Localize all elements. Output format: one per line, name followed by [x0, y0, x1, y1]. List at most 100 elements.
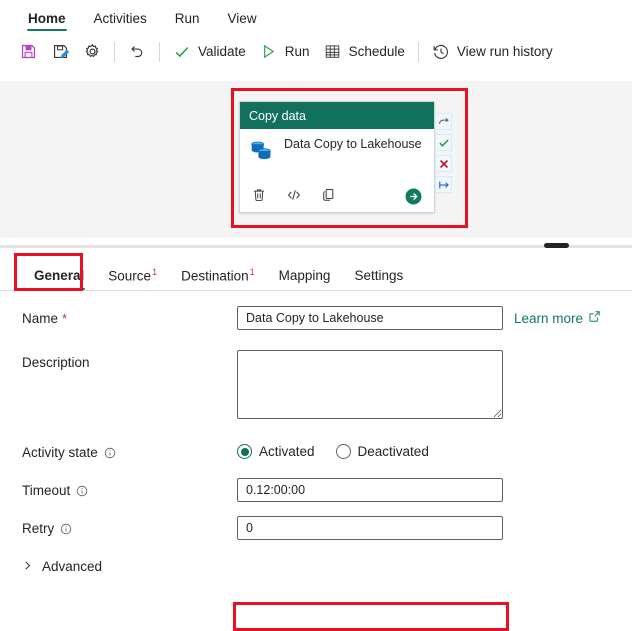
activity-card-actions [240, 182, 434, 212]
schedule-button[interactable]: Schedule [317, 37, 412, 67]
copy-data-database-icon [248, 136, 275, 163]
save-icon [19, 43, 37, 61]
retry-input[interactable] [237, 516, 503, 540]
learn-more-link[interactable]: Learn more [514, 306, 601, 326]
advanced-expander[interactable]: Advanced [0, 559, 632, 574]
info-icon[interactable] [104, 447, 116, 459]
history-icon [432, 43, 450, 61]
activity-card-header-label: Copy data [249, 108, 306, 123]
highlight-box-name-input [233, 602, 509, 631]
description-row: Description [0, 350, 632, 419]
activity-state-radio-group: Activated Deactivated [237, 440, 429, 459]
tab-mapping[interactable]: Mapping [267, 268, 343, 290]
on-completion-connector-button[interactable] [435, 113, 452, 130]
tab-destination[interactable]: Destination1 [169, 267, 267, 291]
ribbon-tab-bar: Home Activities Run View [0, 0, 632, 31]
tab-settings-label: Settings [354, 268, 404, 283]
validate-button[interactable]: Validate [166, 37, 253, 67]
ribbon-tab-home-label: Home [28, 10, 66, 26]
toolbar-separator-3 [417, 41, 419, 62]
name-required-marker: * [62, 311, 68, 326]
settings-button[interactable] [76, 37, 108, 67]
description-label-text: Description [22, 355, 90, 370]
view-run-history-label: View run history [456, 44, 553, 59]
calendar-icon [324, 43, 342, 61]
ribbon-tab-run-label: Run [174, 10, 200, 26]
timeout-label: Timeout [22, 478, 237, 498]
radio-deactivated[interactable]: Deactivated [335, 444, 429, 459]
run-button[interactable]: Run [253, 37, 317, 67]
properties-tab-bar: General Source1 Destination1 Mapping Set… [0, 253, 632, 291]
ribbon-tab-home[interactable]: Home [14, 10, 80, 32]
tab-general-label: General [34, 268, 85, 283]
radio-deactivated-label: Deactivated [357, 444, 429, 459]
info-icon[interactable] [60, 523, 72, 535]
chevron-right-icon [22, 559, 33, 574]
activity-state-label-text: Activity state [22, 445, 98, 460]
tab-mapping-label: Mapping [278, 268, 331, 283]
name-input[interactable] [237, 306, 503, 330]
schedule-label: Schedule [348, 44, 405, 59]
radio-activated[interactable]: Activated [237, 444, 315, 459]
activity-state-label: Activity state [22, 440, 237, 460]
panel-splitter-handle[interactable] [544, 243, 569, 248]
view-run-history-button[interactable]: View run history [425, 37, 560, 67]
external-link-icon [588, 310, 601, 326]
save-as-icon [51, 43, 69, 61]
on-skip-connector-button[interactable] [435, 176, 452, 193]
activity-card-header: Copy data [240, 102, 434, 129]
ribbon-tab-view[interactable]: View [214, 10, 271, 32]
description-label: Description [22, 350, 237, 370]
add-next-activity-button[interactable] [404, 187, 423, 206]
name-label-text: Name [22, 311, 59, 326]
run-label: Run [284, 44, 310, 59]
retry-label: Retry [22, 516, 237, 536]
on-success-connector-button[interactable] [435, 134, 452, 151]
general-properties-form: Name * Learn more Description Activity s… [0, 296, 632, 631]
name-label: Name * [22, 306, 237, 326]
tab-general[interactable]: General [22, 268, 96, 290]
validate-label: Validate [198, 44, 246, 59]
undo-button[interactable] [121, 37, 153, 67]
activity-card-body: Data Copy to Lakehouse [240, 129, 434, 182]
ribbon-tab-view-label: View [227, 10, 257, 26]
activity-connector-stack [435, 113, 452, 193]
ribbon-tab-run[interactable]: Run [161, 10, 214, 32]
on-failure-connector-button[interactable] [435, 155, 452, 172]
activity-card-title: Data Copy to Lakehouse [284, 137, 422, 151]
undo-icon [128, 43, 146, 61]
duplicate-activity-button[interactable] [320, 187, 337, 204]
save-button[interactable] [12, 37, 44, 67]
info-icon[interactable] [76, 485, 88, 497]
checkmark-icon [173, 43, 191, 61]
activity-state-row: Activity state Activated Deactivated [0, 440, 632, 460]
description-textarea[interactable] [237, 350, 503, 419]
play-icon [260, 43, 278, 61]
toolbar-separator-1 [114, 41, 115, 62]
timeout-row: Timeout [0, 478, 632, 502]
panel-splitter[interactable] [0, 245, 632, 248]
ribbon-tab-activities[interactable]: Activities [80, 11, 161, 32]
view-code-button[interactable] [285, 187, 302, 204]
tab-destination-badge: 1 [249, 266, 255, 277]
toolbar-separator-2 [159, 41, 160, 62]
radio-activated-label: Activated [259, 444, 315, 459]
radio-deactivated-dot [335, 444, 351, 459]
delete-activity-button[interactable] [250, 187, 267, 204]
save-as-button[interactable] [44, 37, 76, 67]
name-row: Name * Learn more [0, 306, 632, 330]
tab-settings[interactable]: Settings [342, 268, 415, 290]
radio-activated-dot [237, 444, 252, 459]
tab-source-badge: 1 [152, 266, 158, 277]
tab-source-label: Source [108, 268, 152, 283]
timeout-label-text: Timeout [22, 483, 71, 498]
copy-data-activity-card[interactable]: Copy data Data Copy to Lakehouse [239, 101, 435, 213]
tab-destination-label: Destination [181, 268, 249, 283]
gear-icon [83, 43, 101, 61]
learn-more-label: Learn more [514, 310, 584, 326]
advanced-label: Advanced [42, 559, 103, 574]
timeout-input[interactable] [237, 478, 503, 502]
retry-label-text: Retry [22, 521, 55, 536]
tab-source[interactable]: Source1 [96, 267, 169, 291]
canvas-gap [0, 238, 632, 245]
